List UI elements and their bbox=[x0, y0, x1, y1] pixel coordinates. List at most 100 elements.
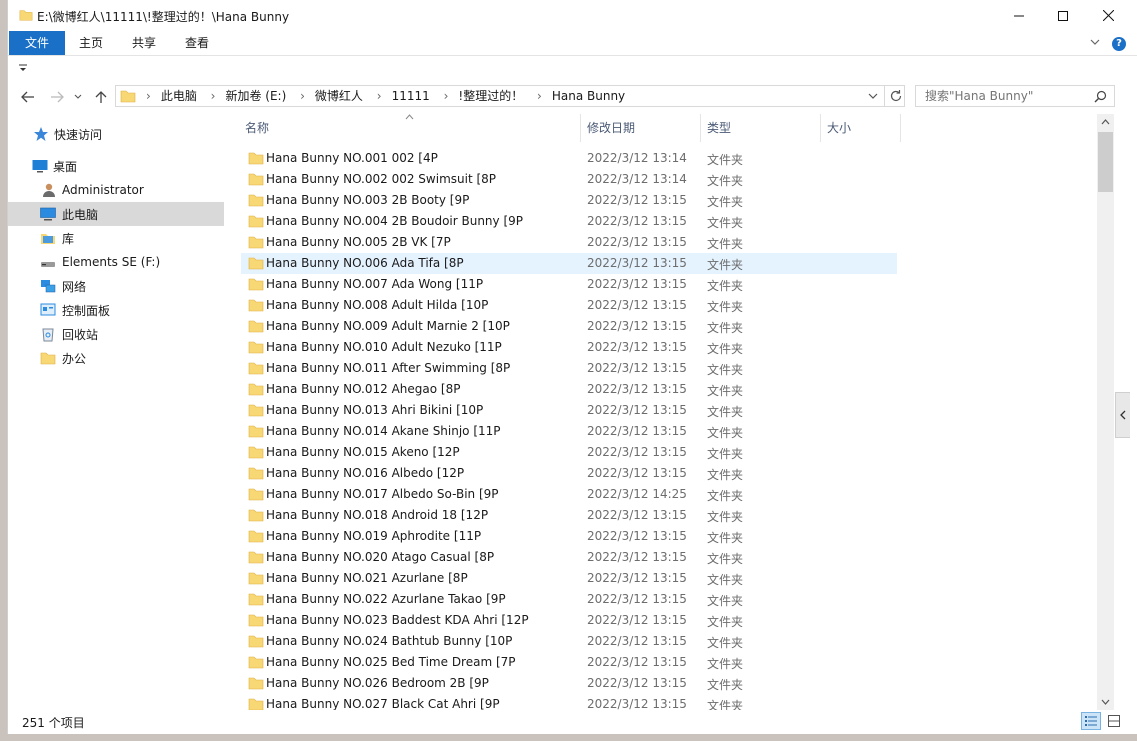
table-row[interactable]: Hana Bunny NO.026 Bedroom 2B [9P 2022/3/1… bbox=[241, 673, 897, 694]
table-row[interactable]: Hana Bunny NO.002 002 Swimsuit [8P 2022/3… bbox=[241, 169, 897, 190]
sidebar-item-library[interactable]: 库 bbox=[8, 226, 224, 250]
table-row[interactable]: Hana Bunny NO.009 Adult Marnie 2 [10P 202… bbox=[241, 316, 897, 337]
file-type: 文件夹 bbox=[707, 216, 744, 230]
column-divider[interactable] bbox=[820, 114, 821, 142]
table-row[interactable]: Hana Bunny NO.016 Albedo [12P 2022/3/12 1… bbox=[241, 463, 897, 484]
sidebar-item-label: Elements SE (F:) bbox=[62, 255, 161, 269]
search-input[interactable] bbox=[925, 88, 1085, 104]
tab-file[interactable]: 文件 bbox=[9, 31, 65, 55]
file-date: 2022/3/12 13:15 bbox=[587, 592, 687, 606]
table-row[interactable]: Hana Bunny NO.025 Bed Time Dream [7P 2022… bbox=[241, 652, 897, 673]
scroll-up-icon[interactable] bbox=[1101, 119, 1110, 125]
address-dropdown-icon[interactable] bbox=[868, 93, 878, 100]
scrollbar-thumb[interactable] bbox=[1098, 132, 1113, 192]
large-icons-view-button[interactable] bbox=[1104, 712, 1124, 730]
file-name: Hana Bunny NO.023 Baddest KDA Ahri [12P bbox=[266, 613, 529, 627]
file-name: Hana Bunny NO.013 Ahri Bikini [10P bbox=[266, 403, 484, 417]
table-row[interactable]: Hana Bunny NO.017 Albedo So-Bin [9P 2022/… bbox=[241, 484, 897, 505]
table-row[interactable]: Hana Bunny NO.019 Aphrodite [11P 2022/3/1… bbox=[241, 526, 897, 547]
folder-icon bbox=[248, 677, 264, 690]
maximize-button[interactable] bbox=[1041, 0, 1085, 31]
sidebar-item-desktop[interactable]: 桌面 bbox=[8, 154, 224, 178]
table-row[interactable]: Hana Bunny NO.007 Ada Wong [11P 2022/3/12… bbox=[241, 274, 897, 295]
table-row[interactable]: Hana Bunny NO.013 Ahri Bikini [10P 2022/3… bbox=[241, 400, 897, 421]
breadcrumb-item[interactable]: 微博红人 bbox=[315, 89, 363, 103]
breadcrumb-item[interactable]: !整理过的！ bbox=[458, 89, 523, 103]
customize-toolbar-icon[interactable] bbox=[19, 64, 27, 72]
folder-icon bbox=[248, 341, 264, 354]
minimize-button[interactable] bbox=[997, 0, 1041, 31]
forward-arrow-icon bbox=[51, 91, 64, 103]
table-row[interactable]: Hana Bunny NO.022 Azurlane Takao [9P 2022… bbox=[241, 589, 897, 610]
sidebar-item-elements-se[interactable]: Elements SE (F:) bbox=[8, 250, 224, 274]
table-row[interactable]: Hana Bunny NO.024 Bathtub Bunny [10P 2022… bbox=[241, 631, 897, 652]
sidebar-item-control-panel[interactable]: 控制面板 bbox=[8, 298, 224, 322]
column-divider[interactable] bbox=[580, 114, 581, 142]
folder-icon bbox=[40, 352, 56, 365]
quick-access-toolbar bbox=[8, 55, 1137, 80]
sidebar-item-label: 网络 bbox=[62, 279, 87, 294]
sidebar-item-office[interactable]: 办公 bbox=[8, 346, 224, 370]
column-header-name[interactable]: 名称 bbox=[245, 114, 269, 142]
tab-share[interactable]: 共享 bbox=[123, 31, 165, 55]
table-row[interactable]: Hana Bunny NO.021 Azurlane [8P 2022/3/12 … bbox=[241, 568, 897, 589]
title-bar: E:\微博红人\11111\!整理过的！\Hana Bunny bbox=[8, 0, 1137, 31]
sidebar-item-this-pc[interactable]: 此电脑 bbox=[8, 202, 224, 226]
sort-ascending-icon bbox=[405, 114, 414, 120]
tab-home[interactable]: 主页 bbox=[70, 31, 112, 55]
sidebar-item-quick-access[interactable]: 快速访问 bbox=[8, 122, 224, 146]
sidebar-item-administrator[interactable]: Administrator bbox=[8, 178, 224, 202]
table-row[interactable]: Hana Bunny NO.008 Adult Hilda [10P 2022/3… bbox=[241, 295, 897, 316]
preview-pane-toggle[interactable] bbox=[1115, 392, 1130, 438]
breadcrumb-item[interactable]: 此电脑 bbox=[161, 89, 197, 103]
table-row[interactable]: Hana Bunny NO.003 2B Booty [9P 2022/3/12 … bbox=[241, 190, 897, 211]
table-row[interactable]: Hana Bunny NO.012 Ahegao [8P 2022/3/12 13… bbox=[241, 379, 897, 400]
sidebar-item-network[interactable]: 网络 bbox=[8, 274, 224, 298]
table-row[interactable]: Hana Bunny NO.015 Akeno [12P 2022/3/12 13… bbox=[241, 442, 897, 463]
column-header-type[interactable]: 类型 bbox=[707, 114, 731, 142]
vertical-scrollbar[interactable] bbox=[1097, 114, 1114, 710]
ribbon-expand-icon[interactable] bbox=[1090, 39, 1100, 47]
file-name: Hana Bunny NO.002 002 Swimsuit [8P bbox=[266, 172, 497, 186]
file-name: Hana Bunny NO.017 Albedo So-Bin [9P bbox=[266, 487, 499, 501]
table-row[interactable]: Hana Bunny NO.027 Black Cat Ahri [9P 2022… bbox=[241, 694, 897, 710]
folder-icon bbox=[248, 488, 264, 501]
address-bar[interactable]: › 此电脑 › 新加卷 (E:) › 微博红人 › 11111 › !整理过的！ › Han… bbox=[115, 85, 905, 107]
column-divider[interactable] bbox=[900, 114, 901, 142]
file-name: Hana Bunny NO.007 Ada Wong [11P bbox=[266, 277, 484, 291]
breadcrumb-item[interactable]: 11111 bbox=[392, 89, 430, 103]
forward-button[interactable] bbox=[48, 88, 66, 106]
table-row[interactable]: Hana Bunny NO.011 After Swimming [8P 2022… bbox=[241, 358, 897, 379]
up-button[interactable] bbox=[92, 88, 110, 106]
table-row[interactable]: Hana Bunny NO.018 Android 18 [12P 2022/3/… bbox=[241, 505, 897, 526]
chevron-left-icon bbox=[1120, 410, 1126, 420]
table-row[interactable]: Hana Bunny NO.014 Akane Shinjo [11P 2022/… bbox=[241, 421, 897, 442]
search-box[interactable] bbox=[915, 85, 1115, 107]
table-row[interactable]: Hana Bunny NO.004 2B Boudoir Bunny [9P 20… bbox=[241, 211, 897, 232]
item-count: 251 个项目 bbox=[22, 716, 85, 730]
table-row[interactable]: Hana Bunny NO.006 Ada Tifa [8P 2022/3/12 … bbox=[241, 253, 897, 274]
folder-icon bbox=[248, 194, 264, 207]
sidebar-item-recycle-bin[interactable]: 回收站 bbox=[8, 322, 224, 346]
table-row[interactable]: Hana Bunny NO.005 2B VK [7P 2022/3/12 13:… bbox=[241, 232, 897, 253]
column-header-date[interactable]: 修改日期 bbox=[587, 114, 635, 142]
close-button[interactable] bbox=[1086, 0, 1130, 31]
file-type: 文件夹 bbox=[707, 195, 744, 209]
breadcrumb-item[interactable]: 新加卷 (E:) bbox=[225, 89, 286, 103]
breadcrumb-item[interactable]: Hana Bunny bbox=[552, 89, 625, 103]
table-row[interactable]: Hana Bunny NO.023 Baddest KDA Ahri [12P 2… bbox=[241, 610, 897, 631]
table-row[interactable]: Hana Bunny NO.020 Atago Casual [8P 2022/3… bbox=[241, 547, 897, 568]
column-header-size[interactable]: 大小 bbox=[827, 114, 851, 142]
sidebar-item-label: 桌面 bbox=[53, 159, 78, 174]
scroll-down-icon[interactable] bbox=[1101, 699, 1110, 705]
back-button[interactable] bbox=[19, 88, 37, 106]
help-icon[interactable]: ? bbox=[1112, 37, 1126, 51]
refresh-icon[interactable] bbox=[889, 89, 903, 103]
file-type: 文件夹 bbox=[707, 447, 744, 461]
recent-locations-button[interactable] bbox=[72, 88, 84, 106]
tab-view[interactable]: 查看 bbox=[176, 31, 218, 55]
column-divider[interactable] bbox=[700, 114, 701, 142]
table-row[interactable]: Hana Bunny NO.001 002 [4P 2022/3/12 13:14… bbox=[241, 148, 897, 169]
details-view-button[interactable] bbox=[1081, 712, 1101, 730]
table-row[interactable]: Hana Bunny NO.010 Adult Nezuko [11P 2022/… bbox=[241, 337, 897, 358]
